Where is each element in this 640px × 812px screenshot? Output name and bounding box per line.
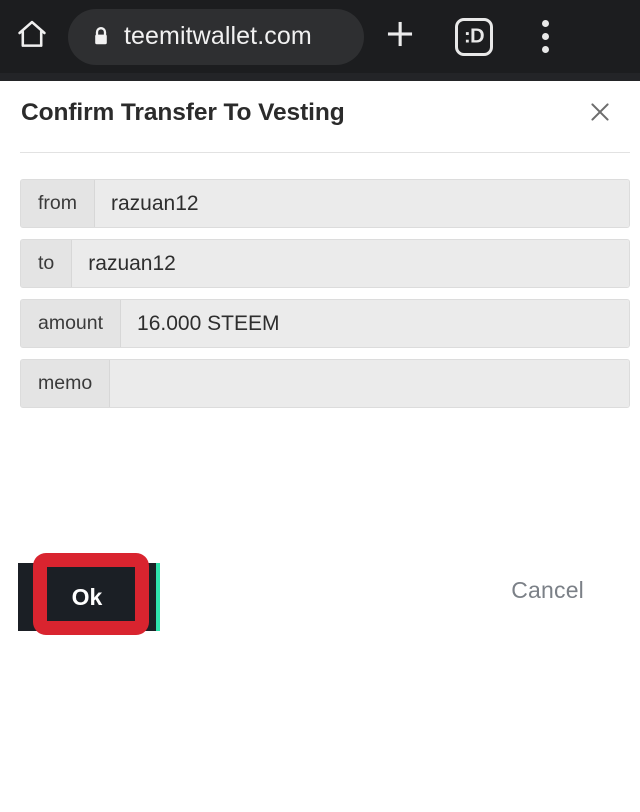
lock-icon — [90, 24, 112, 50]
kebab-menu-icon — [541, 20, 549, 53]
browser-menu-button[interactable] — [512, 0, 578, 73]
field-row-amount: amount 16.000 STEEM — [20, 299, 630, 348]
field-label-to: to — [21, 240, 73, 287]
field-value-to: razuan12 — [72, 240, 629, 287]
new-tab-button[interactable] — [364, 0, 436, 73]
home-button[interactable] — [0, 0, 64, 73]
toolbar-bottom-edge — [0, 73, 640, 81]
field-row-to: to razuan12 — [20, 239, 630, 288]
dialog-actions: Ok Cancel — [0, 551, 640, 641]
tab-switcher-button[interactable]: :D — [436, 0, 512, 73]
url-bar[interactable]: teemitwallet.com — [68, 8, 364, 65]
field-label-memo: memo — [21, 360, 111, 407]
cancel-button[interactable]: Cancel — [511, 577, 584, 604]
close-icon — [587, 99, 613, 130]
field-value-amount: 16.000 STEEM — [121, 300, 629, 347]
tab-count-icon: :D — [455, 17, 493, 56]
field-row-from: from razuan12 — [20, 179, 630, 228]
home-icon — [15, 17, 49, 56]
url-text: teemitwallet.com — [124, 22, 312, 50]
plus-icon — [383, 17, 417, 56]
header-divider — [20, 152, 630, 153]
ok-button[interactable]: Ok — [18, 563, 156, 631]
close-button[interactable] — [577, 91, 623, 137]
tab-switcher-label: :D — [463, 25, 485, 47]
dialog-header: Confirm Transfer To Vesting — [0, 81, 640, 153]
transfer-details-form: from razuan12 to razuan12 amount 16.000 … — [0, 179, 640, 419]
field-row-memo: memo — [20, 359, 630, 408]
field-label-amount: amount — [21, 300, 122, 347]
page-title: Confirm Transfer To Vesting — [21, 99, 345, 126]
confirm-transfer-dialog: Confirm Transfer To Vesting from razuan1… — [0, 81, 640, 635]
browser-toolbar: teemitwallet.com :D — [0, 0, 640, 73]
field-value-from: razuan12 — [95, 180, 629, 227]
field-label-from: from — [21, 180, 95, 227]
field-value-memo — [110, 360, 629, 407]
